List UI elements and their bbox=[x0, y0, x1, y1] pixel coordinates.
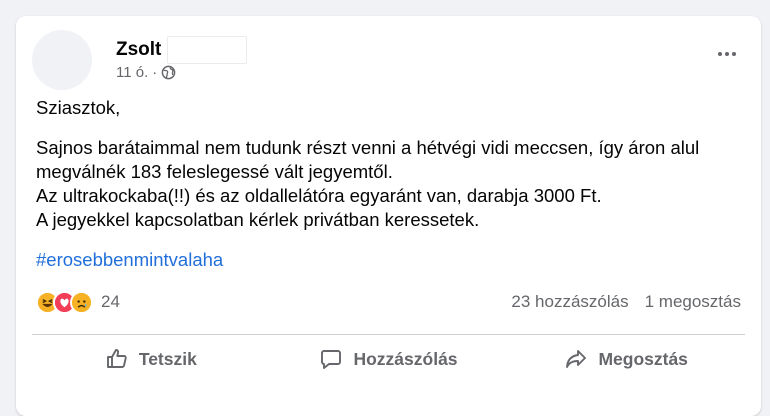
meta-separator: · bbox=[152, 64, 158, 81]
share-count[interactable]: 1 megosztás bbox=[645, 292, 741, 312]
hashtag-link[interactable]: #erosebbenmintvalaha bbox=[36, 249, 223, 270]
author-row: Zsolt bbox=[116, 36, 248, 64]
post-paragraph: Az ultrakockaba(!!) és az oldallelátóra … bbox=[36, 185, 602, 206]
post-greeting: Sziasztok, bbox=[36, 97, 121, 118]
divider bbox=[32, 334, 745, 335]
engagement-counts: 23 hozzászólás 1 megosztás bbox=[511, 292, 741, 312]
like-label: Tetszik bbox=[138, 348, 197, 369]
post-body: Sziasztok, Sajnos barátaimmal nem tudunk… bbox=[36, 96, 743, 288]
post-time[interactable]: 11 ó. bbox=[116, 64, 148, 81]
comment-button[interactable]: Hozzászólás bbox=[270, 340, 508, 378]
comment-label: Hozzászólás bbox=[353, 348, 458, 369]
post-meta: 11 ó. · bbox=[116, 64, 176, 81]
action-bar: Tetszik Hozzászólás Megosztás bbox=[32, 340, 745, 378]
reactions-summary[interactable]: 24 bbox=[36, 290, 120, 314]
thumbs-up-icon bbox=[106, 349, 127, 368]
avatar[interactable] bbox=[32, 30, 92, 90]
share-label: Megosztás bbox=[598, 348, 688, 369]
more-options-icon[interactable] bbox=[709, 36, 745, 72]
post-header: Zsolt 11 ó. · bbox=[32, 28, 745, 90]
author-name[interactable]: Zsolt bbox=[116, 39, 161, 61]
like-button[interactable]: Tetszik bbox=[32, 340, 270, 378]
globe-icon[interactable] bbox=[161, 65, 176, 80]
post-paragraph: A jegyekkel kapcsolatban kérlek privátba… bbox=[36, 209, 480, 230]
comment-bubble-icon bbox=[321, 350, 342, 369]
share-arrow-icon bbox=[566, 350, 587, 368]
post-stats: 24 23 hozzászólás 1 megosztás bbox=[36, 288, 741, 316]
sad-emoji-icon bbox=[70, 290, 93, 314]
comment-count[interactable]: 23 hozzászólás bbox=[511, 292, 628, 312]
post-paragraph: Sajnos barátaimmal nem tudunk részt venn… bbox=[36, 137, 700, 182]
reaction-count[interactable]: 24 bbox=[101, 292, 120, 312]
redacted-surname bbox=[167, 36, 248, 64]
post-card: Zsolt 11 ó. · Sziasztok, Sajnos barátaim… bbox=[16, 16, 761, 416]
share-button[interactable]: Megosztás bbox=[507, 340, 745, 378]
